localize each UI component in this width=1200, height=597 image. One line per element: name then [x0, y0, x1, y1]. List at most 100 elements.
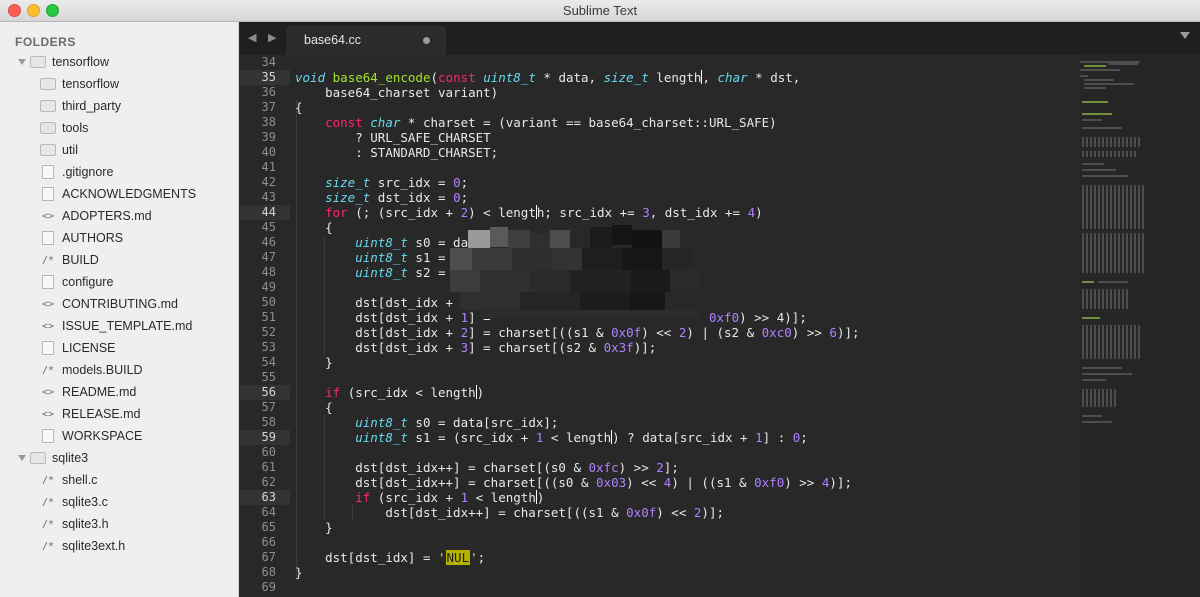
- code-line-53: dst[dst_idx + 3] = charset[(s2 & 0x3f)];: [355, 340, 657, 355]
- sidebar-item-util[interactable]: util: [40, 139, 78, 161]
- line-number: 69: [261, 580, 276, 594]
- code-file-icon: <>: [41, 320, 55, 332]
- sidebar-item-configure[interactable]: configure: [40, 271, 113, 293]
- tab-bar: ◀ ▶ base64.cc: [240, 22, 1200, 55]
- sidebar-item-label: third_party: [62, 99, 122, 113]
- line-number: 54: [261, 355, 276, 369]
- sidebar-item-license[interactable]: LICENSE: [40, 337, 116, 359]
- code-line-38: const char * charset = (variant == base6…: [325, 115, 777, 130]
- tab-base64-cc[interactable]: base64.cc: [286, 26, 446, 55]
- sidebar-item-acknowledgments[interactable]: ACKNOWLEDGMENTS: [40, 183, 196, 205]
- sidebar-item-label: sqlite3ext.h: [62, 539, 126, 553]
- line-number: 48: [261, 265, 276, 279]
- code-line-51: dst[dst_idx + 1] =: [355, 310, 490, 325]
- sidebar-item-label: ACKNOWLEDGMENTS: [62, 187, 197, 201]
- chevron-down-icon[interactable]: [18, 455, 26, 461]
- comment-file-icon: /*: [41, 474, 55, 486]
- line-number: 44: [261, 205, 276, 219]
- sidebar-item-label: AUTHORS: [62, 231, 124, 245]
- code-file-icon: <>: [41, 408, 55, 420]
- line-number: 55: [261, 370, 276, 384]
- sidebar-item-label: .gitignore: [62, 165, 114, 179]
- code-editor[interactable]: 34 35 36 37 38 39 40 41 42 43 44 45 46 47 48 49 50 51 52 53…: [240, 55, 1200, 597]
- code-line-36: base64_charset variant): [295, 85, 499, 100]
- line-number: 37: [261, 100, 276, 114]
- line-number: 36: [261, 85, 276, 99]
- title-bar: Sublime Text: [0, 0, 1200, 22]
- code-line-54: }: [295, 355, 333, 370]
- sidebar-item-contributing[interactable]: <> CONTRIBUTING.md: [40, 293, 178, 315]
- sidebar-item-label: tensorflow: [52, 55, 109, 69]
- line-number: 39: [261, 130, 276, 144]
- line-number: 56: [261, 385, 276, 399]
- sidebar-item-sqlite3-h[interactable]: /* sqlite3.h: [40, 513, 109, 535]
- sidebar-item-label: BUILD: [62, 253, 99, 267]
- code-file-icon: <>: [41, 386, 55, 398]
- sidebar-item-models-build[interactable]: /* models.BUILD: [40, 359, 143, 381]
- sidebar-item-readme[interactable]: <> README.md: [40, 381, 136, 403]
- line-number: 64: [261, 505, 276, 519]
- code-line-51-tail: 0xf0) >> 4)];: [709, 310, 807, 325]
- code-line-58: uint8_t s0 = data[src_idx];: [355, 415, 559, 430]
- file-icon: [40, 231, 56, 245]
- line-number: 65: [261, 520, 276, 534]
- code-file-icon: <>: [41, 298, 55, 310]
- code-line-63: if (src_idx + 1 < length): [355, 490, 545, 505]
- code-line-59: uint8_t s1 = (src_idx + 1 < length) ? da…: [355, 430, 808, 445]
- code-line-39: ? URL_SAFE_CHARSET: [295, 130, 491, 145]
- code-line-64: dst[dst_idx++] = charset[((s1 & 0x0f) <<…: [385, 505, 724, 520]
- sidebar-item-label: sqlite3.h: [62, 517, 109, 531]
- line-number: 68: [261, 565, 276, 579]
- code-line-56: if (src_idx < length): [325, 385, 485, 400]
- line-number: 46: [261, 235, 276, 249]
- sidebar-item-label: ADOPTERS.md: [62, 209, 152, 223]
- sidebar-item-label: configure: [62, 275, 114, 289]
- sidebar-item-label: CONTRIBUTING.md: [62, 297, 178, 311]
- tab-menu-chevron-down-icon[interactable]: [1180, 32, 1190, 39]
- line-number: 66: [261, 535, 276, 549]
- sidebar-item-tools[interactable]: tools: [40, 117, 88, 139]
- minimap[interactable]: [1078, 55, 1200, 597]
- sidebar-item-issue-template[interactable]: <> ISSUE_TEMPLATE.md: [40, 315, 192, 337]
- sidebar-item-sqlite3-c[interactable]: /* sqlite3.c: [40, 491, 108, 513]
- code-line-50: dst[dst_idx + 0]: [355, 295, 475, 310]
- code-line-68: }: [295, 565, 303, 580]
- folder-icon: [40, 99, 56, 113]
- comment-file-icon: /*: [41, 518, 55, 530]
- sidebar-item-workspace[interactable]: WORKSPACE: [40, 425, 142, 447]
- sidebar-item-release[interactable]: <> RELEASE.md: [40, 403, 141, 425]
- sidebar-item-label: util: [62, 143, 78, 157]
- window-title: Sublime Text: [562, 3, 638, 18]
- line-number: 61: [261, 460, 276, 474]
- code-line-52: dst[dst_idx + 2] = charset[((s1 & 0x0f) …: [355, 325, 860, 340]
- sidebar-item-gitignore[interactable]: .gitignore: [40, 161, 113, 183]
- sidebar-item-label: tools: [62, 121, 89, 135]
- sidebar-item-label: RELEASE.md: [62, 407, 141, 421]
- code-line-61: dst[dst_idx++] = charset[(s0 & 0xfc) >> …: [355, 460, 679, 475]
- sidebar-item-tensorflow[interactable]: tensorflow: [40, 73, 119, 95]
- sidebar-item-tensorflow-root[interactable]: tensorflow: [30, 51, 109, 73]
- line-number: 34: [261, 55, 276, 69]
- file-icon: [40, 429, 56, 443]
- sidebar-item-adopters[interactable]: <> ADOPTERS.md: [40, 205, 152, 227]
- folder-icon: [40, 121, 56, 135]
- folder-icon: [40, 77, 56, 91]
- sidebar-item-third-party[interactable]: third_party: [40, 95, 121, 117]
- sidebar-item-sqlite3[interactable]: sqlite3: [30, 447, 88, 469]
- code-line-48: uint8_t s2 = d: [355, 265, 461, 280]
- sidebar-item-build[interactable]: /* BUILD: [40, 249, 99, 271]
- chevron-down-icon[interactable]: [18, 59, 26, 65]
- sidebar-item-label: README.md: [62, 385, 137, 399]
- comment-file-icon: /*: [41, 496, 55, 508]
- line-number: 53: [261, 340, 276, 354]
- tab-navigation-arrows[interactable]: ◀ ▶: [248, 31, 280, 44]
- code-line-65: }: [295, 520, 333, 535]
- sidebar-item-label: models.BUILD: [62, 363, 143, 377]
- line-number: 52: [261, 325, 276, 339]
- unsaved-dot-icon[interactable]: [423, 37, 430, 44]
- code-line-57: {: [295, 400, 333, 415]
- sidebar-item-authors[interactable]: AUTHORS: [40, 227, 123, 249]
- code-line-45: {: [295, 220, 333, 235]
- sidebar-item-sqlite3ext-h[interactable]: /* sqlite3ext.h: [40, 535, 125, 557]
- sidebar-item-shell-c[interactable]: /* shell.c: [40, 469, 97, 491]
